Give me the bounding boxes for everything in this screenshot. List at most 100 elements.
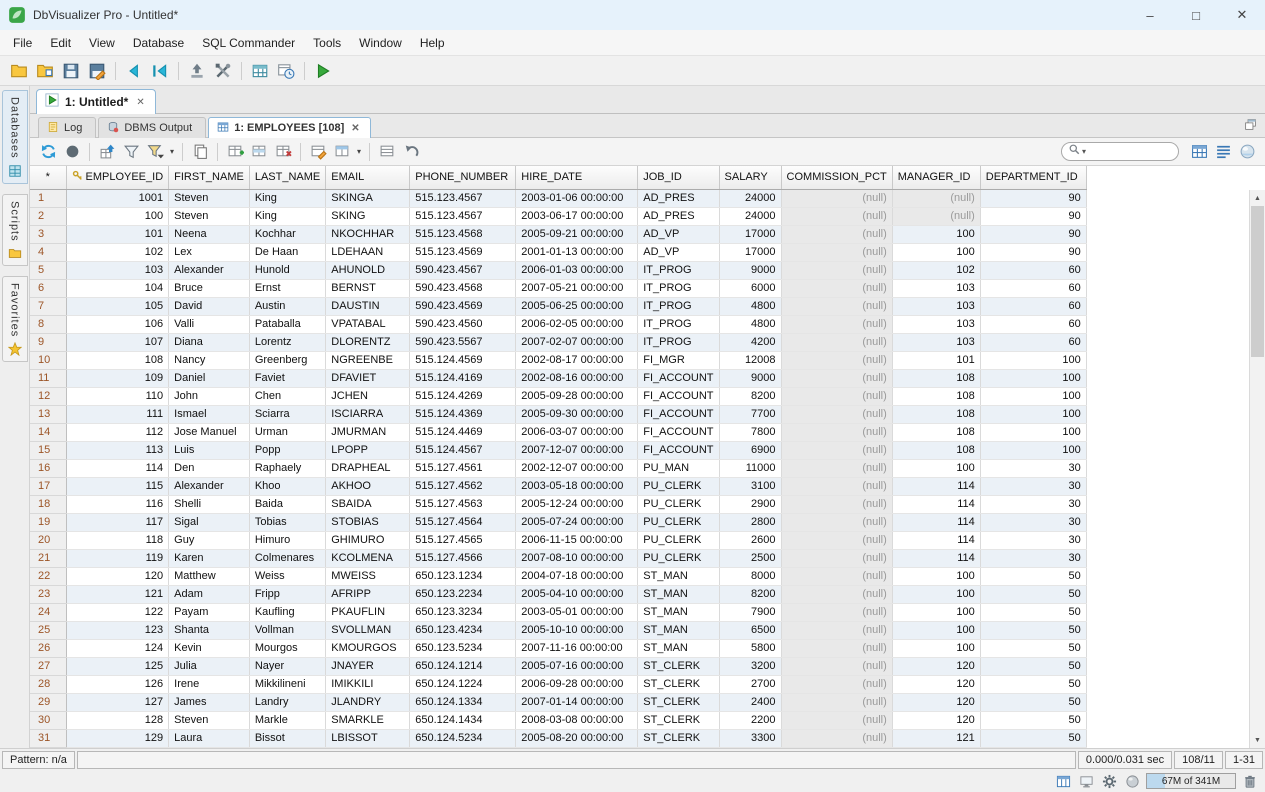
cell[interactable]: 120 xyxy=(66,567,169,585)
table-row[interactable]: 2100StevenKingSKING515.123.45672003-06-1… xyxy=(30,207,1086,225)
row-number[interactable]: 31 xyxy=(30,729,66,747)
cell[interactable]: 103 xyxy=(66,261,169,279)
cell[interactable]: 108 xyxy=(892,423,980,441)
cell[interactable]: FI_ACCOUNT xyxy=(638,369,719,387)
search-options-caret-icon[interactable]: ▾ xyxy=(1082,147,1086,156)
cell[interactable]: 125 xyxy=(66,657,169,675)
filter-caret-icon[interactable]: ▾ xyxy=(167,141,177,163)
grid-search[interactable]: ▾ xyxy=(1061,142,1179,161)
cell[interactable]: Urman xyxy=(249,423,325,441)
cell[interactable]: 50 xyxy=(980,585,1086,603)
cell[interactable]: 8200 xyxy=(719,585,781,603)
cell[interactable]: (null) xyxy=(781,621,892,639)
cell[interactable]: 7900 xyxy=(719,603,781,621)
row-number[interactable]: 3 xyxy=(30,225,66,243)
cell[interactable]: FI_ACCOUNT xyxy=(638,423,719,441)
cell[interactable]: Kaufling xyxy=(249,603,325,621)
cell[interactable]: 590.423.4568 xyxy=(410,279,516,297)
cell[interactable]: 2007-05-21 00:00:00 xyxy=(516,279,638,297)
row-number[interactable]: 20 xyxy=(30,531,66,549)
cell[interactable]: 4800 xyxy=(719,315,781,333)
cell[interactable]: 2003-05-01 00:00:00 xyxy=(516,603,638,621)
cell[interactable]: Steven xyxy=(169,711,250,729)
cell[interactable]: SKINGA xyxy=(326,189,410,207)
cell[interactable]: 121 xyxy=(66,585,169,603)
cell[interactable]: 2003-01-06 00:00:00 xyxy=(516,189,638,207)
cell[interactable]: 50 xyxy=(980,711,1086,729)
row-number[interactable]: 12 xyxy=(30,387,66,405)
cell[interactable]: LDEHAAN xyxy=(326,243,410,261)
cell[interactable]: 6500 xyxy=(719,621,781,639)
cell[interactable]: ST_CLERK xyxy=(638,711,719,729)
cell[interactable]: 515.124.4269 xyxy=(410,387,516,405)
cell[interactable]: 2600 xyxy=(719,531,781,549)
garbage-collect-icon[interactable] xyxy=(1241,772,1259,790)
cell[interactable]: PU_CLERK xyxy=(638,531,719,549)
cell[interactable]: 122 xyxy=(66,603,169,621)
cell[interactable]: (null) xyxy=(781,261,892,279)
row-number[interactable]: 26 xyxy=(30,639,66,657)
table-row[interactable]: 24122PayamKauflingPKAUFLIN650.123.323420… xyxy=(30,603,1086,621)
table-row[interactable]: 13111IsmaelSciarraISCIARRA515.124.436920… xyxy=(30,405,1086,423)
cell[interactable]: 8200 xyxy=(719,387,781,405)
cell[interactable]: 2005-12-24 00:00:00 xyxy=(516,495,638,513)
cell[interactable]: 515.127.4564 xyxy=(410,513,516,531)
cell[interactable]: 9000 xyxy=(719,369,781,387)
table-row[interactable]: 22120MatthewWeissMWEISS650.123.12342004-… xyxy=(30,567,1086,585)
cell[interactable]: 2004-07-18 00:00:00 xyxy=(516,567,638,585)
cell[interactable]: 2005-06-25 00:00:00 xyxy=(516,297,638,315)
cell[interactable]: 2002-08-16 00:00:00 xyxy=(516,369,638,387)
cell[interactable]: 17000 xyxy=(719,243,781,261)
cell[interactable]: (null) xyxy=(781,297,892,315)
table-row[interactable]: 28126IreneMikkilineniIMIKKILI650.124.122… xyxy=(30,675,1086,693)
cell[interactable]: 2001-01-13 00:00:00 xyxy=(516,243,638,261)
menu-edit[interactable]: Edit xyxy=(41,32,80,54)
cell[interactable]: 2800 xyxy=(719,513,781,531)
cell[interactable]: 115 xyxy=(66,477,169,495)
cell[interactable]: Nancy xyxy=(169,351,250,369)
cell[interactable]: 100 xyxy=(892,459,980,477)
save-icon[interactable] xyxy=(58,59,84,83)
cell[interactable]: 2006-11-15 00:00:00 xyxy=(516,531,638,549)
column-header-commission_pct[interactable]: COMMISSION_PCT xyxy=(781,166,892,189)
cell[interactable]: 650.124.1334 xyxy=(410,693,516,711)
cell[interactable]: 100 xyxy=(892,639,980,657)
cell[interactable]: Austin xyxy=(249,297,325,315)
sidebar-tab-scripts[interactable]: Scripts xyxy=(2,194,28,267)
cell[interactable]: 119 xyxy=(66,549,169,567)
cell[interactable]: 90 xyxy=(980,189,1086,207)
cell[interactable]: (null) xyxy=(781,189,892,207)
cell[interactable]: 7800 xyxy=(719,423,781,441)
cell[interactable]: 515.127.4565 xyxy=(410,531,516,549)
export-grid-icon[interactable] xyxy=(95,141,119,163)
cell[interactable]: JNAYER xyxy=(326,657,410,675)
cell[interactable]: Mikkilineni xyxy=(249,675,325,693)
cell[interactable]: 102 xyxy=(66,243,169,261)
cell[interactable]: FI_ACCOUNT xyxy=(638,405,719,423)
cell[interactable]: 515.124.4567 xyxy=(410,441,516,459)
cell[interactable]: 100 xyxy=(892,243,980,261)
cell[interactable]: 30 xyxy=(980,495,1086,513)
cell[interactable]: PU_CLERK xyxy=(638,495,719,513)
cell[interactable]: 100 xyxy=(980,369,1086,387)
cell[interactable]: (null) xyxy=(781,567,892,585)
cell[interactable]: 114 xyxy=(892,495,980,513)
edit-cell-icon[interactable] xyxy=(306,141,330,163)
cell[interactable]: Baida xyxy=(249,495,325,513)
cell[interactable]: 120 xyxy=(892,675,980,693)
cell[interactable]: 650.123.3234 xyxy=(410,603,516,621)
cell[interactable]: 90 xyxy=(980,207,1086,225)
cell[interactable]: Matthew xyxy=(169,567,250,585)
menu-window[interactable]: Window xyxy=(350,32,411,54)
cell[interactable]: 515.127.4561 xyxy=(410,459,516,477)
cell[interactable]: 2900 xyxy=(719,495,781,513)
cell[interactable]: 650.123.5234 xyxy=(410,639,516,657)
table-row[interactable]: 4102LexDe HaanLDEHAAN515.123.45692001-01… xyxy=(30,243,1086,261)
cell[interactable]: Mourgos xyxy=(249,639,325,657)
cell[interactable]: Luis xyxy=(169,441,250,459)
cell[interactable]: 590.423.5567 xyxy=(410,333,516,351)
cell[interactable]: AD_PRES xyxy=(638,207,719,225)
cell[interactable]: 2005-09-21 00:00:00 xyxy=(516,225,638,243)
monitor-icon[interactable] xyxy=(1077,772,1095,790)
cell[interactable]: AFRIPP xyxy=(326,585,410,603)
